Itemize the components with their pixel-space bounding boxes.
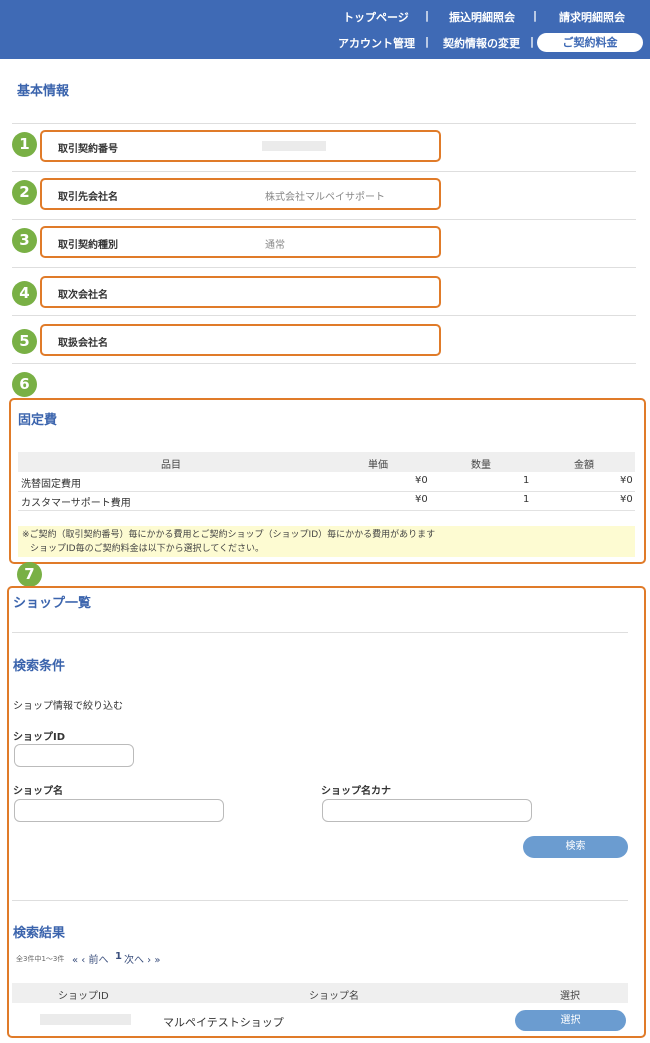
pager-prev[interactable]: « ‹ 前へ — [72, 951, 108, 966]
search-button[interactable]: 検索 — [523, 836, 628, 858]
nav-separator: | — [530, 35, 535, 48]
fixed-cost-title: 固定費 — [18, 413, 58, 428]
row-unit-price: ¥0 — [415, 475, 428, 486]
result-count: 全3件中1～3件 — [16, 955, 65, 963]
divider — [12, 315, 636, 316]
contract-number-label: 取引契約番号 — [58, 144, 118, 155]
nav-separator: | — [425, 35, 430, 48]
shop-list-title: ショップ一覧 — [13, 596, 92, 611]
partner-company-value: 株式会社マルペイサポート — [265, 192, 385, 203]
col-shop-name: ショップ名 — [309, 991, 359, 1002]
redacted-contract-number — [262, 141, 326, 151]
pager-next[interactable]: 次へ › » — [124, 951, 160, 966]
basic-info-title: 基本情報 — [17, 84, 70, 99]
nav-separator: | — [533, 9, 538, 22]
agency-company-label: 取次会社名 — [58, 290, 108, 301]
fixed-cost-table-header — [18, 452, 635, 472]
fixed-cost-note: ※ご契約（取引契約番号）毎にかかる費用とご契約ショップ（ショップID）毎にかかる… — [18, 526, 635, 557]
divider — [12, 900, 628, 901]
contract-type-label: 取引契約種別 — [58, 240, 118, 251]
col-amount: 金額 — [574, 460, 594, 471]
row-divider — [18, 491, 635, 492]
search-conditions-title: 検索条件 — [13, 659, 66, 674]
search-results-title: 検索結果 — [13, 926, 66, 941]
row-amount: ¥0 — [620, 494, 633, 505]
shop-name-label: ショップ名 — [13, 786, 63, 797]
redacted-shop-id — [40, 1014, 131, 1025]
row-amount: ¥0 — [620, 475, 633, 486]
divider — [12, 123, 636, 124]
nav-separator: | — [425, 9, 430, 22]
shop-kana-input[interactable] — [322, 799, 532, 822]
nav-contract-change[interactable]: 契約情報の変更 — [443, 35, 520, 51]
row-unit-price: ¥0 — [415, 494, 428, 505]
badge-5: 5 — [12, 329, 37, 354]
col-item: 品目 — [161, 460, 181, 471]
badge-1: 1 — [12, 132, 37, 157]
badge-7: 7 — [17, 562, 42, 587]
divider — [12, 219, 636, 220]
note-line-1: ※ご契約（取引契約番号）毎にかかる費用とご契約ショップ（ショップID）毎にかかる… — [22, 530, 436, 540]
divider — [12, 267, 636, 268]
badge-6: 6 — [12, 372, 37, 397]
shop-name-input[interactable] — [14, 799, 224, 822]
badge-4: 4 — [12, 281, 37, 306]
select-shop-button[interactable]: 選択 — [515, 1010, 626, 1031]
nav-transfer-details[interactable]: 振込明細照会 — [449, 9, 515, 25]
contract-type-value: 通常 — [265, 240, 285, 251]
badge-2: 2 — [12, 180, 37, 205]
handling-company-label: 取扱会社名 — [58, 338, 108, 349]
col-shop-id: ショップID — [58, 991, 109, 1002]
note-line-2: ショップID毎のご契約料金は以下から選択してください。 — [30, 544, 265, 554]
nav-account-management[interactable]: アカウント管理 — [338, 35, 415, 51]
shop-id-label: ショップID — [13, 732, 66, 743]
badge-3: 3 — [12, 228, 37, 253]
nav-billing-details[interactable]: 請求明細照会 — [559, 9, 625, 25]
divider — [12, 632, 628, 633]
divider — [12, 363, 636, 364]
shop-kana-label: ショップ名カナ — [321, 786, 391, 797]
nav-contract-fee-active[interactable]: ご契約料金 — [537, 33, 643, 52]
row-divider — [18, 510, 635, 511]
row-quantity: 1 — [523, 475, 530, 486]
divider — [12, 171, 636, 172]
col-select: 選択 — [560, 991, 580, 1002]
filter-label: ショップ情報で絞り込む — [13, 701, 123, 712]
row-item-name: カスタマーサポート費用 — [21, 498, 131, 509]
shop-id-input[interactable] — [14, 744, 134, 767]
row-item-name: 洗替固定費用 — [21, 479, 81, 490]
shop-name-cell: マルペイテストショップ — [163, 1016, 284, 1029]
nav-top-page[interactable]: トップページ — [343, 9, 409, 25]
col-quantity: 数量 — [471, 460, 491, 471]
pager-current-page: 1 — [115, 951, 122, 962]
partner-company-label: 取引先会社名 — [58, 192, 118, 203]
row-quantity: 1 — [523, 494, 530, 505]
col-unit-price: 単価 — [368, 460, 388, 471]
